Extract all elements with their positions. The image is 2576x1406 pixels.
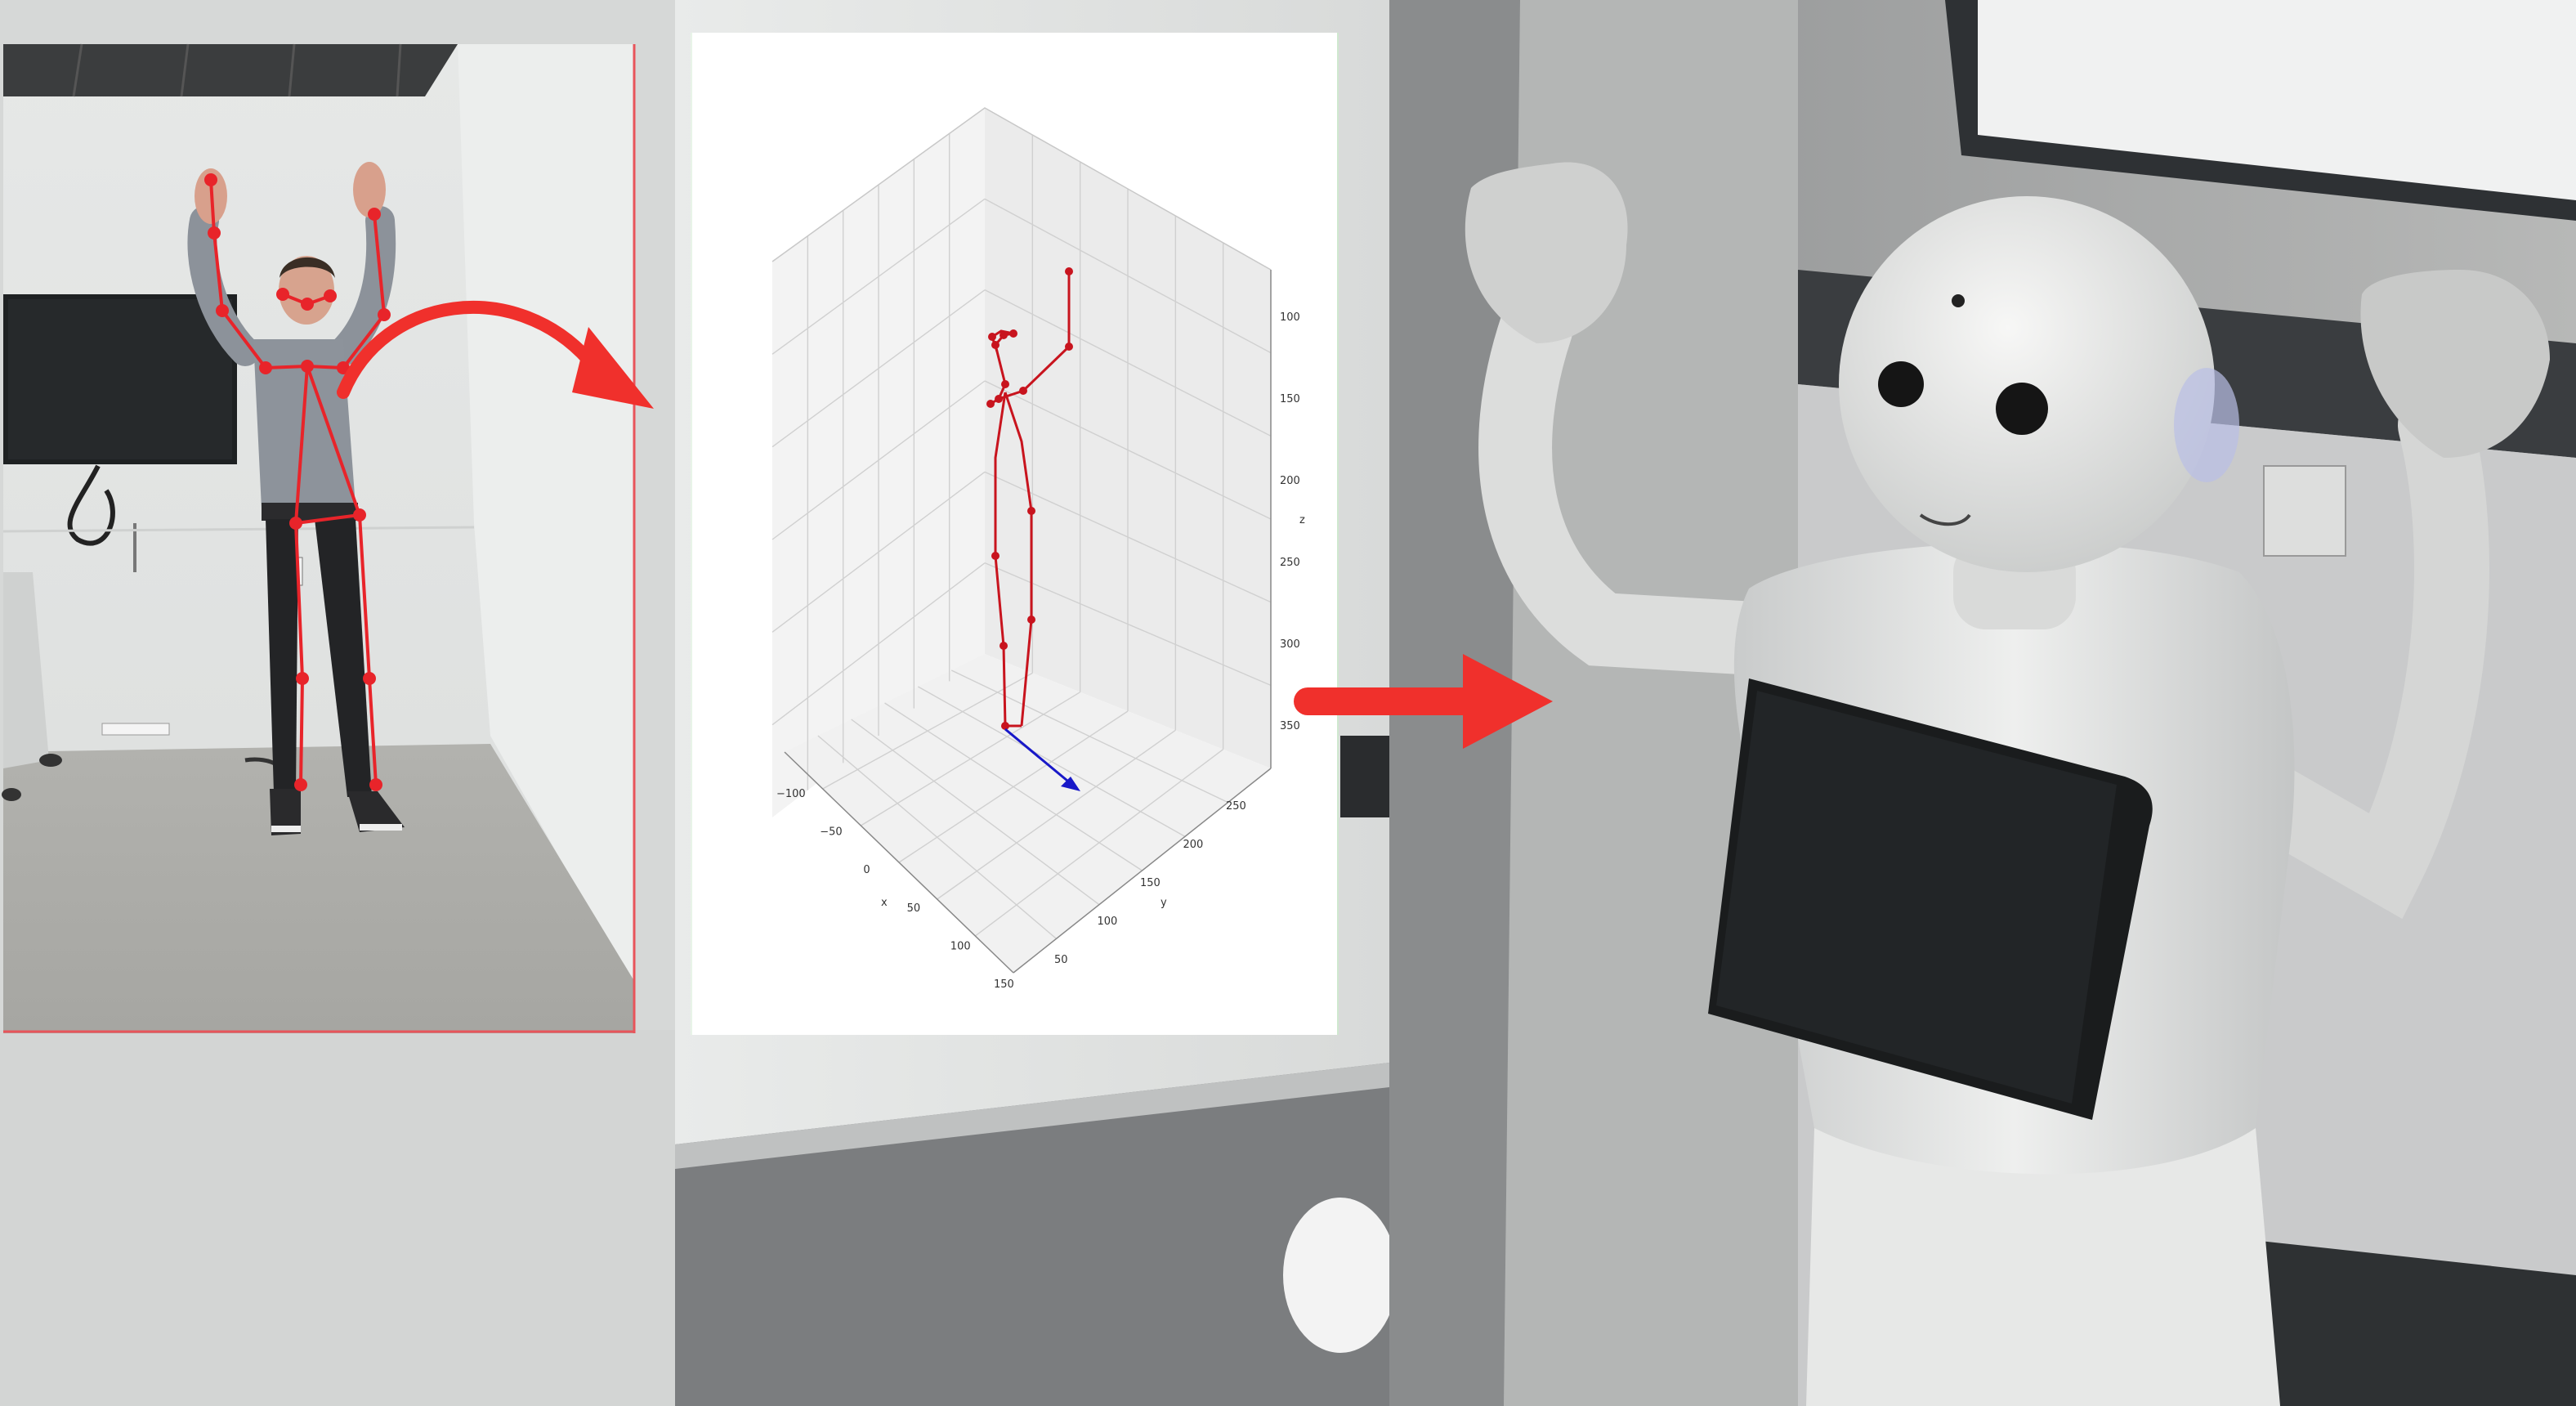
tick-label-x: 0 (863, 864, 870, 876)
tick-label-z: 200 (1280, 475, 1300, 487)
skeleton-joint (1027, 507, 1035, 515)
tick-label-y: 200 (1183, 839, 1204, 851)
tick-label-y: 100 (1098, 916, 1118, 928)
tick-label-x: 50 (907, 902, 921, 915)
tick-label-x: 150 (994, 978, 1014, 991)
tick-label-z: 150 (1280, 393, 1300, 405)
tick-label-y: 250 (1226, 800, 1246, 813)
skeleton-joint (1065, 267, 1073, 275)
skeleton-joint (991, 552, 1000, 560)
skeleton-joint (986, 400, 995, 408)
scene: −100 −50 0 50 100 150 50 100 150 200 250 100 150 200 2… (0, 0, 2576, 1406)
pepper-robot-photo (1389, 0, 2576, 1406)
pose-plot-panel: −100 −50 0 50 100 150 50 100 150 200 250 100 150 200 2… (691, 33, 1339, 1035)
skeleton-joint (1000, 642, 1008, 650)
skeleton-joint (1001, 722, 1009, 730)
tick-label-x: −50 (820, 826, 842, 839)
skeleton-joint (1065, 343, 1073, 351)
skeleton-joint (1000, 331, 1008, 339)
tick-label-x: 100 (950, 940, 971, 952)
tick-label-z: 350 (1280, 720, 1300, 732)
skeleton-joint (1027, 616, 1035, 624)
axis-label-z: z (1299, 514, 1305, 526)
tick-label-y: 50 (1054, 954, 1068, 966)
tick-label-x: −100 (776, 788, 806, 800)
skeleton-joint (1019, 387, 1027, 395)
skeleton-joint (995, 395, 1003, 403)
axis-label-y: y (1161, 897, 1167, 909)
skeleton-joint (988, 333, 996, 341)
robot-base-part (1283, 1198, 1398, 1353)
tick-label-y: 150 (1140, 877, 1161, 889)
tick-label-z: 300 (1280, 638, 1300, 651)
skeleton-joint (1001, 380, 1009, 388)
tick-label-z: 100 (1280, 311, 1300, 324)
axis-label-x: x (881, 897, 888, 909)
tick-label-z: 250 (1280, 557, 1300, 569)
skeleton-joint (991, 341, 1000, 349)
person-camera-photo (2, 43, 636, 1033)
skeleton-joint (1009, 329, 1017, 338)
